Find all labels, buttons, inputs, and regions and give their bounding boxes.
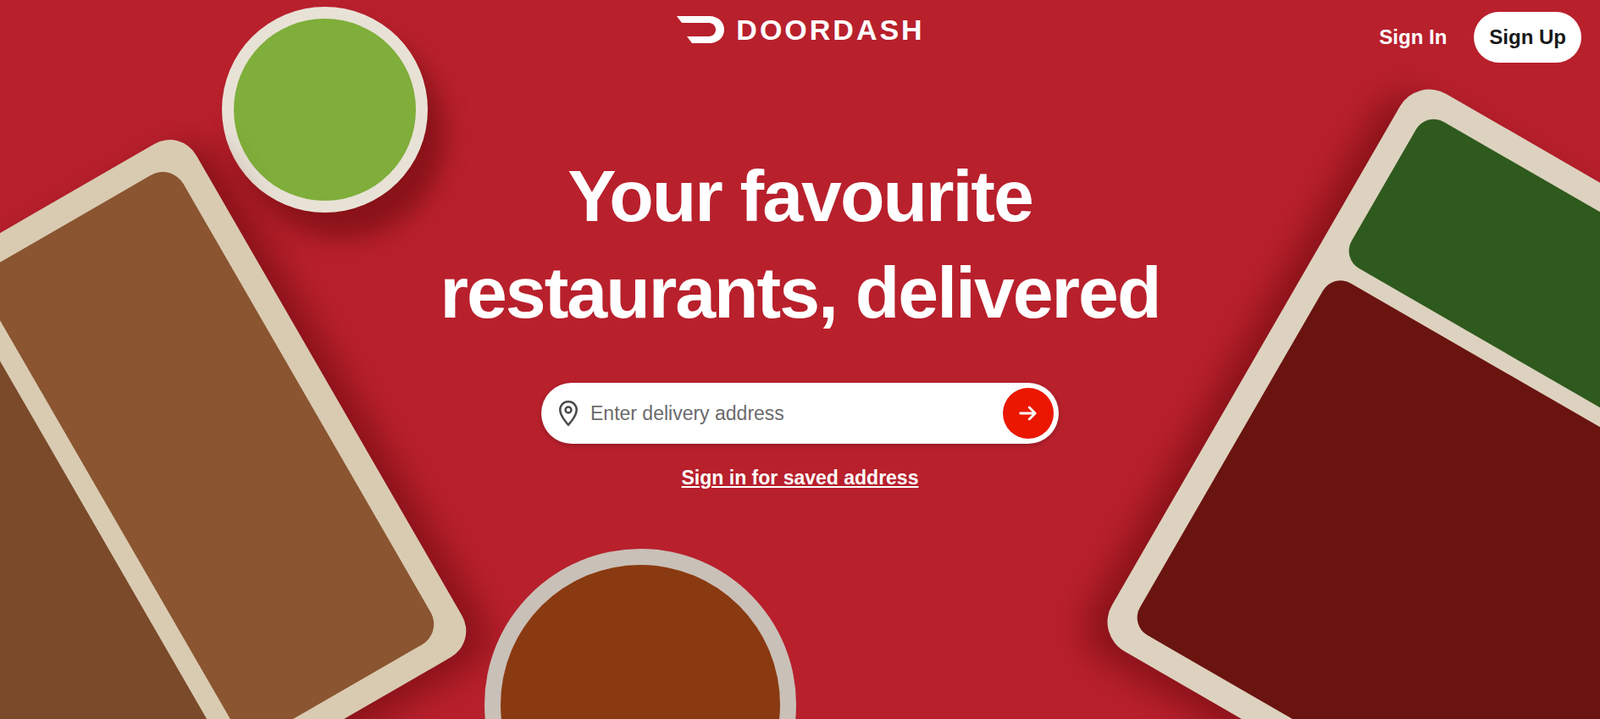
tacos-photo — [0, 128, 477, 719]
address-search — [541, 382, 1059, 444]
ribs-photo — [1095, 77, 1600, 719]
top-bar: DOORDASH Sign In Sign Up — [0, 0, 1600, 63]
search-submit-button[interactable] — [1002, 387, 1054, 439]
sign-in-button[interactable]: Sign In — [1377, 24, 1449, 50]
hero: Your favourite restaurants, delivered Si… — [0, 147, 1600, 492]
arrow-right-icon — [1016, 401, 1041, 426]
headline-line: Your favourite — [567, 147, 1033, 244]
doordash-icon — [675, 14, 726, 45]
logo-text: DOORDASH — [736, 12, 925, 47]
headline: Your favourite restaurants, delivered — [440, 147, 1161, 341]
headline-line: restaurants, delivered — [440, 243, 1161, 341]
logo[interactable]: DOORDASH — [675, 11, 925, 47]
saved-address-link[interactable]: Sign in for saved address — [680, 464, 921, 492]
drink-photo — [484, 548, 797, 719]
address-input[interactable] — [590, 393, 993, 434]
location-pin-icon — [556, 399, 581, 427]
guacamole-photo — [221, 6, 428, 213]
sign-up-button[interactable]: Sign Up — [1473, 11, 1582, 63]
page: DOORDASH Sign In Sign Up Your favourite … — [0, 0, 1600, 719]
